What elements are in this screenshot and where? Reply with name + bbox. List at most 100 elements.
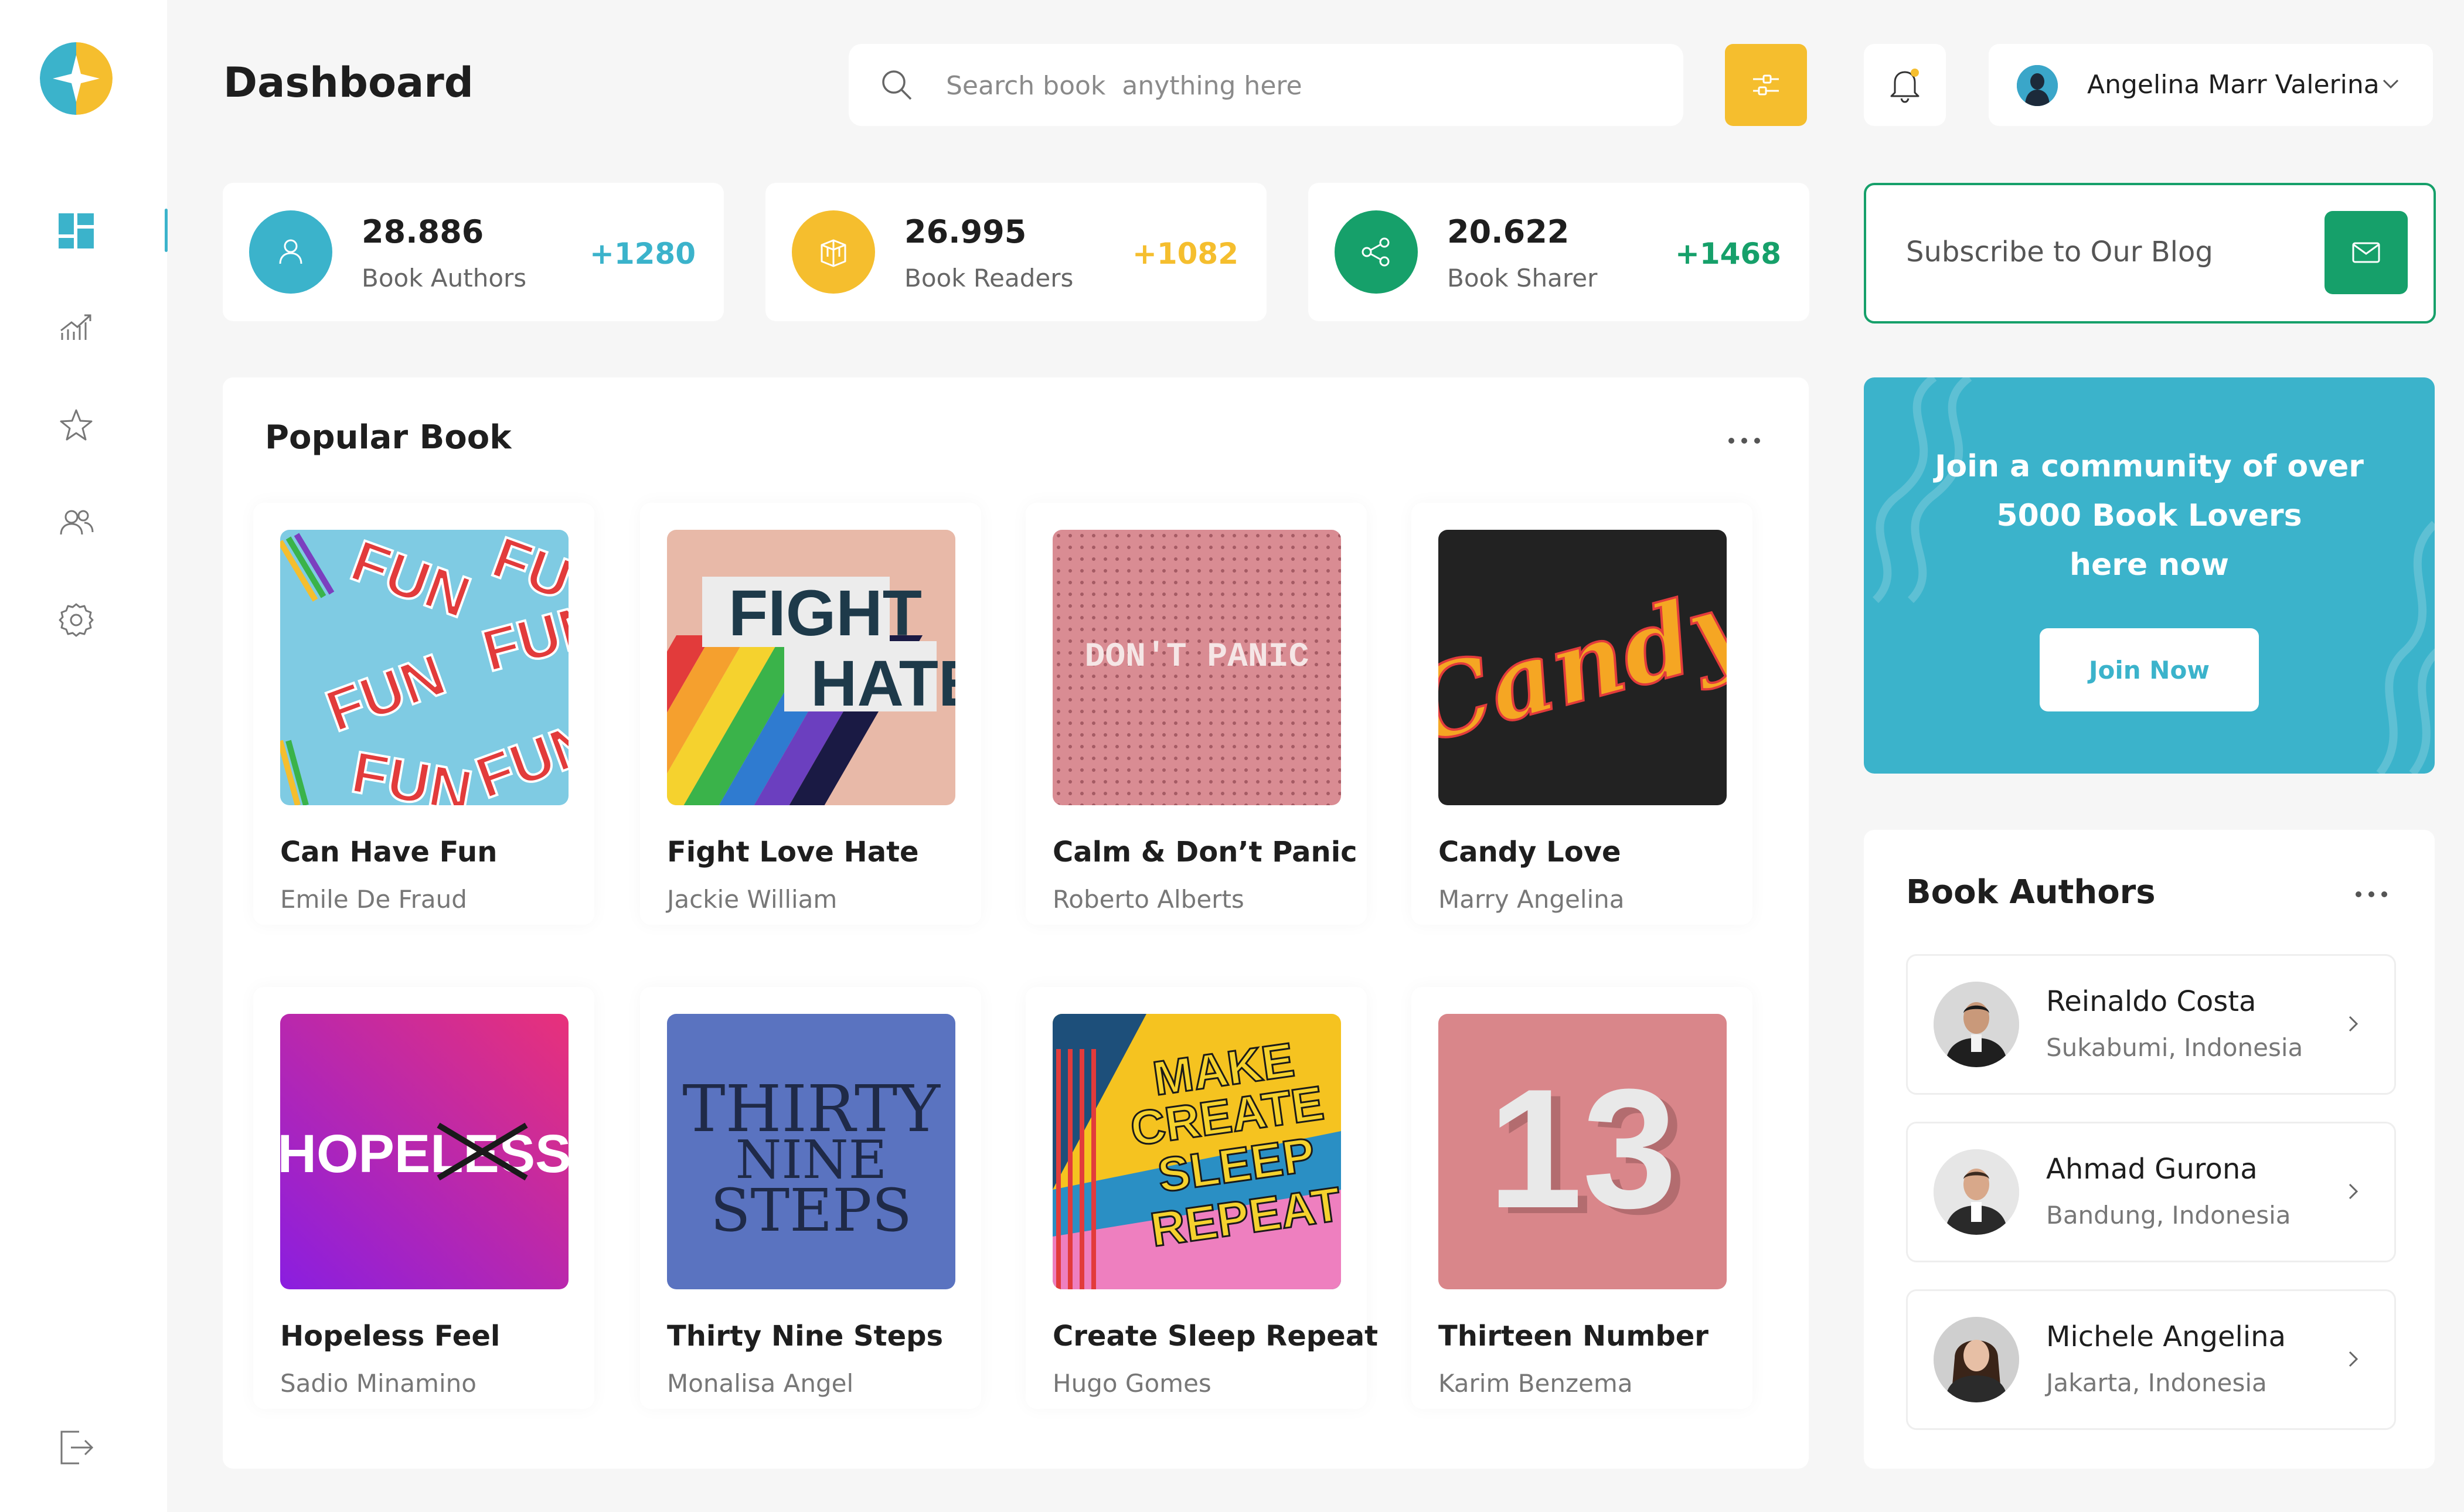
user-menu[interactable]: Angelina Marr Valerina — [1989, 44, 2433, 126]
search-input[interactable] — [945, 65, 1650, 106]
book-title: Hopeless Feel — [280, 1320, 501, 1353]
stat-delta: +1082 — [1132, 237, 1238, 271]
nav-dashboard[interactable] — [54, 209, 98, 253]
chevron-right-icon — [2349, 1351, 2359, 1367]
cover-text: HATE — [811, 648, 955, 720]
book-card[interactable]: Candy Candy Love Marry Angelina — [1411, 503, 1752, 925]
more-options-icon[interactable] — [2354, 887, 2389, 901]
book-title: Can Have Fun — [280, 836, 498, 869]
more-options-icon[interactable] — [1727, 434, 1762, 448]
nav-analytics[interactable] — [54, 306, 98, 350]
section-title: Book Authors — [1906, 873, 2156, 911]
stat-delta: +1468 — [1675, 237, 1781, 271]
book-cover: DON'T PANIC — [1053, 530, 1341, 805]
book-cover: THIRTY NINE STEPS — [667, 1014, 955, 1289]
book-cover: MAKE CREATE SLEEP REPEAT — [1053, 1014, 1341, 1289]
logout-button[interactable] — [54, 1425, 98, 1470]
cover-text: STEPS — [710, 1176, 912, 1245]
stat-card-authors: 28.886 Book Authors +1280 — [223, 183, 724, 321]
page-title: Dashboard — [223, 59, 474, 107]
book-card[interactable]: HOPELESS Hopeless Feel Sadio Minamino — [253, 987, 594, 1409]
book-author: Monalisa Angel — [667, 1369, 854, 1398]
book-card[interactable]: FIGHT HATE Fight Love Hate Jackie Willia… — [640, 503, 981, 925]
book-card[interactable]: DON'T PANIC Calm & Don’t Panic Roberto A… — [1026, 503, 1367, 925]
community-line: Join a community of over — [1935, 449, 2364, 484]
author-name: Michele Angelina — [2046, 1320, 2286, 1353]
author-name: Reinaldo Costa — [2046, 985, 2257, 1018]
stat-value: 26.995 — [904, 213, 1027, 250]
join-now-button[interactable]: Join Now — [2040, 628, 2259, 711]
author-location: Bandung, Indonesia — [2046, 1201, 2291, 1230]
chart-icon — [60, 314, 91, 340]
author-avatar — [1934, 1149, 2019, 1235]
stat-card-sharers: 20.622 Book Sharer +1468 — [1308, 183, 1809, 321]
stat-label: Book Authors — [362, 264, 527, 292]
share-icon — [1335, 210, 1418, 294]
book-cover: HOPELESS — [280, 1014, 569, 1289]
nav-settings[interactable] — [54, 598, 98, 642]
stat-label: Book Sharer — [1447, 264, 1598, 292]
book-author: Karim Benzema — [1438, 1369, 1633, 1398]
author-avatar — [1934, 1317, 2019, 1402]
book-card[interactable]: FUN FU FUN FUN FUN FUN Can Have Fun Emil… — [253, 503, 594, 925]
book-title: Create Sleep Repeat — [1053, 1320, 1379, 1353]
subscribe-button[interactable] — [2325, 211, 2408, 294]
community-line: 5000 Book Lovers — [1996, 498, 2302, 533]
chevron-right-icon — [2349, 1183, 2359, 1200]
author-location: Sukabumi, Indonesia — [2046, 1033, 2303, 1062]
nav-active-indicator — [165, 209, 168, 252]
stat-label: Book Readers — [904, 264, 1074, 292]
cover-text: FIGHT — [729, 577, 922, 649]
chevron-down-icon — [2383, 79, 2399, 89]
author-location: Jakarta, Indonesia — [2046, 1368, 2267, 1397]
user-icon — [249, 210, 332, 294]
cover-text: DON'T PANIC — [1085, 638, 1309, 676]
stat-delta: +1280 — [589, 237, 696, 271]
book-cover: FIGHT HATE — [667, 530, 955, 805]
book-author: Sadio Minamino — [280, 1369, 477, 1398]
book-title: Fight Love Hate — [667, 836, 919, 869]
book-title: Thirteen Number — [1438, 1320, 1709, 1353]
author-item[interactable]: Ahmad Gurona Bandung, Indonesia — [1906, 1122, 2396, 1262]
stat-card-readers: 26.995 Book Readers +1082 — [765, 183, 1267, 321]
book-card[interactable]: 13 13 Thirteen Number Karim Benzema — [1411, 987, 1752, 1409]
sidebar — [0, 0, 168, 1512]
book-author: Marry Angelina — [1438, 885, 1625, 914]
community-text: Join a community of over 5000 Book Lover… — [1864, 442, 2435, 590]
book-card[interactable]: THIRTY NINE STEPS Thirty Nine Steps Mona… — [640, 987, 981, 1409]
user-name: Angelina Marr Valerina — [2087, 70, 2380, 100]
gear-icon — [59, 603, 94, 637]
book-icon — [792, 210, 875, 294]
book-author: Jackie William — [667, 885, 838, 914]
book-title: Thirty Nine Steps — [667, 1320, 944, 1353]
book-cover: FUN FU FUN FUN FUN FUN — [280, 530, 569, 805]
book-cover: 13 13 — [1438, 1014, 1727, 1289]
section-title: Popular Book — [265, 418, 512, 457]
book-cover: Candy — [1438, 530, 1727, 805]
cover-text: 13 — [1488, 1054, 1677, 1244]
chevron-right-icon — [2349, 1016, 2359, 1032]
search-bar[interactable] — [849, 44, 1683, 126]
book-title: Candy Love — [1438, 836, 1621, 869]
book-title: Calm & Don’t Panic — [1053, 836, 1357, 869]
sliders-icon — [1753, 74, 1779, 96]
book-card[interactable]: MAKE CREATE SLEEP REPEAT Create Sleep Re… — [1026, 987, 1378, 1409]
popular-book-panel: Popular Book FUN FU FUN FUN FUN FUN Can … — [223, 377, 1809, 1469]
nav-favorites[interactable] — [54, 403, 98, 448]
app-logo[interactable] — [40, 42, 113, 115]
author-name: Ahmad Gurona — [2046, 1153, 2258, 1186]
book-authors-panel: Book Authors Reinaldo Costa Sukabumi, In… — [1864, 830, 2435, 1469]
author-avatar — [1934, 982, 2019, 1067]
dashboard-icon — [59, 213, 94, 248]
author-item[interactable]: Michele Angelina Jakarta, Indonesia — [1906, 1289, 2396, 1430]
book-author: Roberto Alberts — [1053, 885, 1244, 914]
book-author: Emile De Fraud — [280, 885, 467, 914]
notification-button[interactable] — [1864, 44, 1946, 126]
subscribe-label: Subscribe to Our Blog — [1906, 236, 2213, 268]
nav-users[interactable] — [54, 500, 98, 545]
author-item[interactable]: Reinaldo Costa Sukabumi, Indonesia — [1906, 954, 2396, 1095]
book-author: Hugo Gomes — [1053, 1369, 1211, 1398]
filter-button[interactable] — [1725, 44, 1807, 126]
logout-icon — [60, 1431, 94, 1465]
community-line: here now — [2069, 547, 2230, 583]
